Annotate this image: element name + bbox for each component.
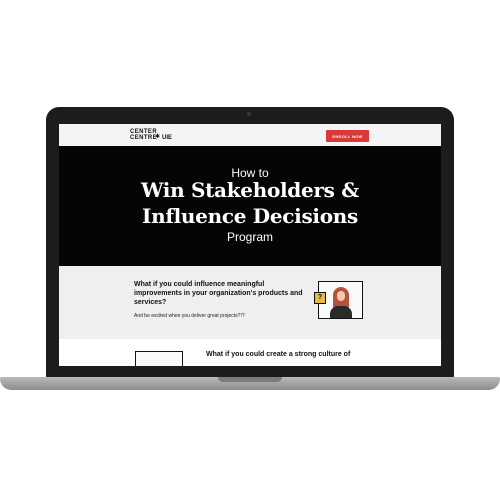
laptop-screen: CENTER CENTRE ✱ UIE ENROLL NOW How to Wi…: [59, 124, 441, 366]
camera-icon: [247, 112, 251, 116]
logo-line-2: CENTRE: [130, 135, 158, 141]
question-mark-icon: ?: [314, 292, 326, 304]
site-header: CENTER CENTRE ✱ UIE ENROLL NOW: [59, 124, 441, 146]
video-call-illustration: ?: [314, 281, 363, 319]
enroll-now-button[interactable]: ENROLL NOW: [326, 130, 369, 142]
culture-illustration: [135, 351, 183, 366]
star-icon: ✱: [155, 134, 161, 140]
culture-section: What if you could create a strong cultur…: [59, 339, 441, 366]
hero-banner: How to Win Stakeholders & Influence Deci…: [59, 146, 441, 266]
hero-title-line-2: Influence Decisions: [142, 204, 358, 228]
person-body: [330, 306, 352, 318]
hero-title-line-1: Win Stakeholders &: [140, 178, 360, 202]
center-centre-uie-logo[interactable]: CENTER CENTRE ✱ UIE: [130, 129, 186, 142]
laptop-notch: [218, 377, 282, 382]
influence-question: What if you could influence meaningful i…: [134, 281, 303, 306]
hero-post-title: Program: [226, 230, 273, 244]
person-face: [337, 291, 345, 301]
influence-subtext: And be excited when you deliver great pr…: [134, 313, 245, 319]
influence-section: What if you could influence meaningful i…: [59, 266, 441, 339]
culture-question: What if you could create a strong cultur…: [206, 351, 351, 358]
logo-brand: UIE: [162, 135, 173, 141]
